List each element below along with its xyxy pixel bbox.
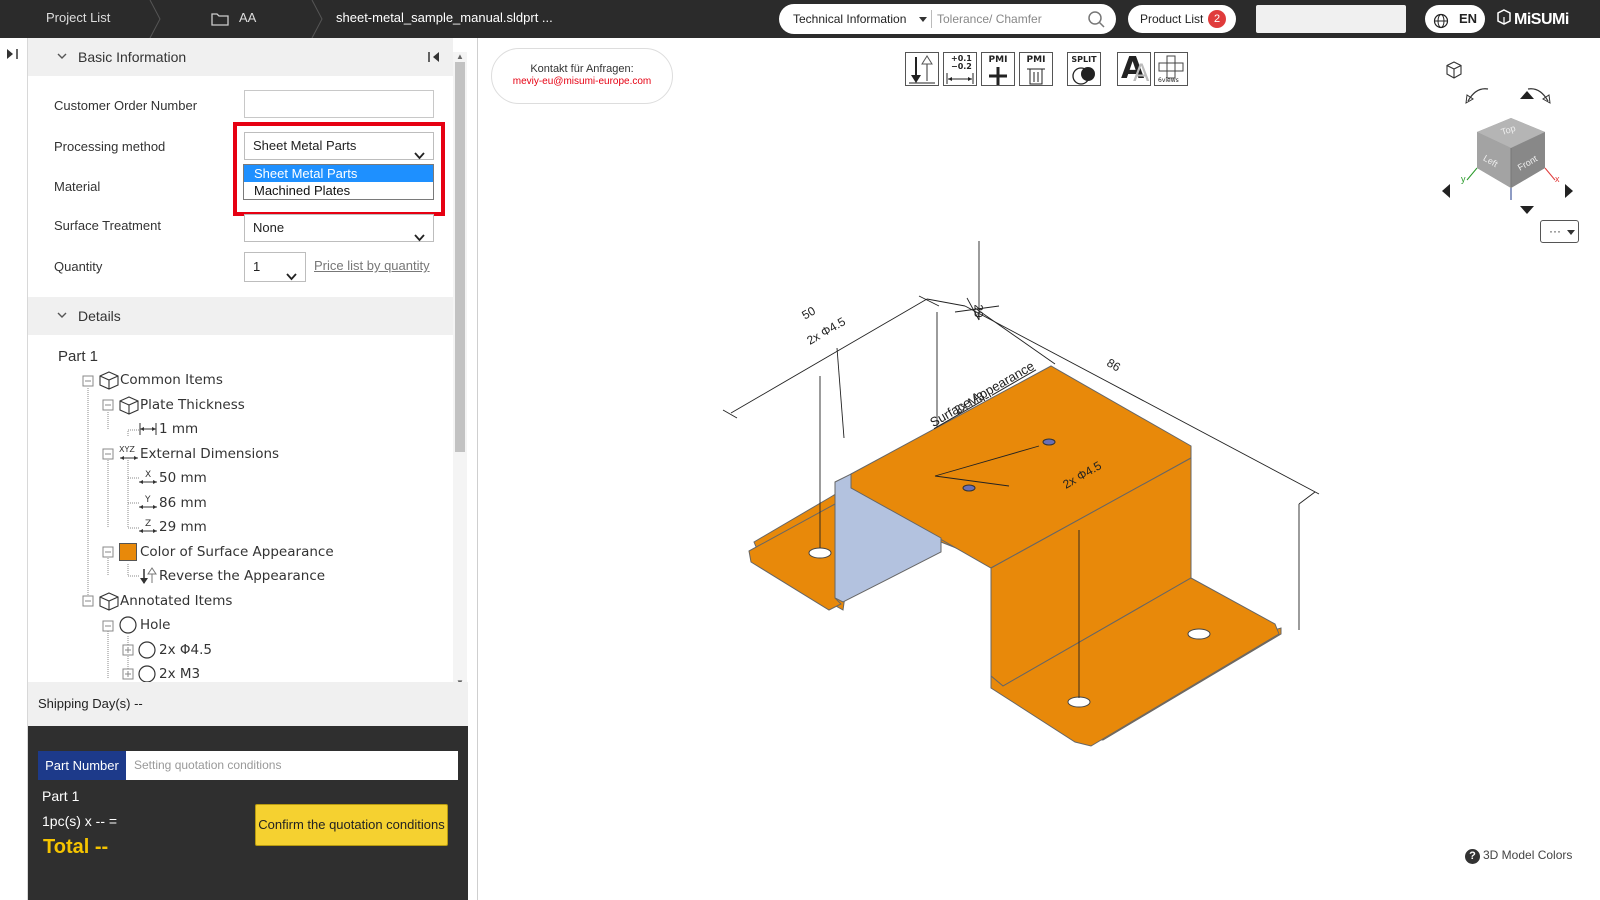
tree-item-reverse-appearance[interactable]: Reverse the Appearance <box>137 565 325 587</box>
settings-panel: Basic Information Customer Order Number … <box>28 38 478 900</box>
rotate-left-arrow-icon[interactable] <box>1464 85 1490 108</box>
divider <box>931 10 932 28</box>
globe-icon <box>1433 11 1449 39</box>
folder-icon <box>211 11 229 29</box>
help-icon: ? <box>1465 849 1480 864</box>
rotate-right-arrow-icon[interactable] <box>1526 85 1552 108</box>
top-bar: Project List AA sheet-metal_sample_manua… <box>0 0 1600 38</box>
six-views-icon[interactable]: 6views <box>1154 52 1188 86</box>
pmi-add-icon[interactable]: PMI <box>981 52 1015 86</box>
tree-item-hole-4-5[interactable]: 2x Φ4.5 <box>137 639 212 661</box>
panel-toggle-strip <box>0 38 28 900</box>
tree-item-plate-thickness[interactable]: Plate Thickness <box>118 394 245 416</box>
product-list-button[interactable]: Product List 2 <box>1128 5 1236 33</box>
breadcrumb-file: sheet-metal_sample_manual.sldprt ... <box>336 10 553 25</box>
z-dimension-icon: Z <box>137 517 159 537</box>
search-bar: Technical Information <box>779 4 1116 34</box>
orange-color-swatch-icon <box>119 543 137 561</box>
cube-outline-icon[interactable] <box>1445 61 1463 82</box>
expand-panel-icon[interactable] <box>6 48 20 63</box>
cube-icon <box>118 396 140 415</box>
circle-icon <box>137 665 159 683</box>
tree-item-external-dimensions[interactable]: XYZ External Dimensions <box>118 443 279 465</box>
contact-label: Kontakt für Anfragen: <box>530 63 634 75</box>
quotation-box: Part Number Setting quotation conditions… <box>28 726 468 900</box>
y-dimension-icon: Y <box>137 493 159 513</box>
thickness-icon <box>137 421 159 437</box>
language-selector[interactable]: EN <box>1425 5 1485 33</box>
misumi-logo[interactable]: MiSUMi <box>1497 9 1569 29</box>
sheet-metal-model[interactable] <box>479 148 1600 888</box>
part-number-label: Part Number <box>38 751 126 780</box>
x-dimension-icon: X <box>137 468 159 488</box>
confirm-quotation-button[interactable]: Confirm the quotation conditions <box>255 804 448 846</box>
search-category-select[interactable]: Technical Information <box>793 4 906 34</box>
tree-item-annotated[interactable]: Annotated Items <box>98 590 232 612</box>
breadcrumb-aa[interactable]: AA <box>239 0 256 38</box>
panel-scrollbar[interactable]: ▲ ▼ <box>453 52 467 692</box>
part-number-field[interactable]: Setting quotation conditions <box>126 751 458 780</box>
circle-icon <box>137 641 159 659</box>
contact-badge[interactable]: Kontakt für Anfragen: meviy-eu@misumi-eu… <box>491 48 673 104</box>
cube-icon <box>98 592 120 611</box>
quote-part-name: Part 1 <box>42 788 80 804</box>
misumi-logo-icon <box>1497 9 1511 31</box>
tolerance-icon[interactable]: +0.1 −0.2 <box>943 52 977 86</box>
tree-item-dim-y[interactable]: Y 86 mm <box>137 492 207 514</box>
tree-connectors <box>82 375 140 680</box>
quote-quantity-line: 1pc(s) x -- = <box>42 813 118 829</box>
breadcrumb-separator <box>149 0 161 38</box>
chevron-down-icon <box>919 17 927 22</box>
breadcrumb-separator <box>311 0 323 38</box>
split-icon[interactable]: SPLIT <box>1067 52 1101 86</box>
flip-direction-icon[interactable] <box>905 52 939 86</box>
user-account-field[interactable] <box>1256 5 1406 33</box>
search-input[interactable] <box>935 8 1080 30</box>
product-count-badge: 2 <box>1208 10 1226 28</box>
tree-item-color-surface[interactable]: Color of Surface Appearance <box>118 541 334 563</box>
dimension-label-29: 29 <box>971 304 986 318</box>
breadcrumb-project-list[interactable]: Project List <box>46 0 110 38</box>
tree-item-thickness-value[interactable]: 1 mm <box>137 418 198 440</box>
tree-item-dim-z[interactable]: Z 29 mm <box>137 516 207 538</box>
cube-icon <box>98 371 120 390</box>
scroll-up-icon[interactable]: ▲ <box>456 52 464 61</box>
xyz-dimension-icon: XYZ <box>118 444 140 464</box>
font-size-icon[interactable]: A A <box>1117 51 1151 87</box>
shipping-days-bar: Shipping Day(s) -- <box>28 682 468 740</box>
circle-icon <box>118 616 140 634</box>
contact-email: meviy-eu@misumi-europe.com <box>512 76 652 87</box>
tree-item-common[interactable]: Common Items <box>98 369 223 391</box>
pmi-delete-icon[interactable]: PMI <box>1019 52 1053 86</box>
model-colors-link[interactable]: ? 3D Model Colors <box>1465 848 1572 864</box>
product-list-label: Product List <box>1140 12 1204 26</box>
reverse-arrows-icon <box>137 567 159 584</box>
language-label: EN <box>1459 11 1478 26</box>
quote-total: Total -- <box>43 836 109 858</box>
tree-item-hole[interactable]: Hole <box>118 614 170 636</box>
3d-viewer[interactable]: Kontakt für Anfragen: meviy-eu@misumi-eu… <box>479 38 1600 900</box>
search-icon[interactable] <box>1088 11 1105 31</box>
shipping-days-label: Shipping Day(s) -- <box>38 696 143 711</box>
tree-item-dim-x[interactable]: X 50 mm <box>137 467 207 489</box>
scroll-thumb[interactable] <box>455 62 465 452</box>
